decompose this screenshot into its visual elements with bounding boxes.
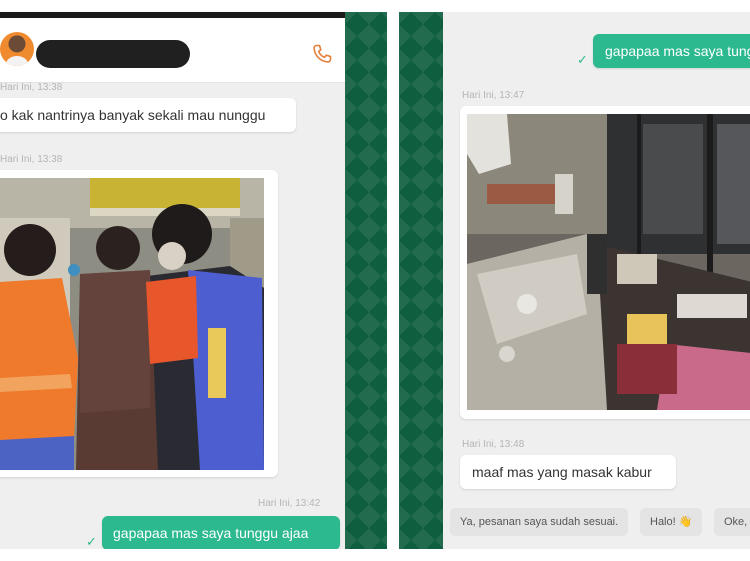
kitchen-photo[interactable]	[467, 114, 750, 410]
message-timestamp: Hari Ini, 13:48	[462, 439, 525, 450]
outgoing-message[interactable]: gapapaa mas saya tunggu	[593, 34, 750, 68]
message-timestamp: Hari Ini, 13:42	[258, 498, 321, 509]
sent-check-icon: ✓	[577, 52, 588, 67]
message-timestamp: Hari Ini, 13:38	[0, 154, 63, 165]
driver-avatar[interactable]	[0, 32, 34, 66]
incoming-photo-message[interactable]	[460, 106, 750, 419]
sent-check-icon: ✓	[86, 534, 97, 549]
left-chat-screenshot: Hari Ini, 13:38 o kak nantrinya banyak s…	[0, 12, 345, 549]
message-text: gapapaa mas saya tunggu ajaa	[113, 525, 309, 541]
crowd-photo[interactable]	[0, 178, 264, 470]
message-text: o kak nantrinya banyak sekali mau nunggu	[0, 107, 266, 123]
phone-icon[interactable]	[310, 42, 334, 66]
incoming-message[interactable]: o kak nantrinya banyak sekali mau nunggu	[0, 98, 296, 132]
chat-header	[0, 18, 345, 83]
quick-reply-button[interactable]: Halo! 👋	[640, 508, 703, 536]
message-timestamp: Hari Ini, 13:38	[0, 82, 63, 93]
incoming-message[interactable]: maaf mas yang masak kabur	[460, 455, 676, 489]
message-text: maaf mas yang masak kabur	[472, 464, 652, 480]
message-timestamp: Hari Ini, 13:47	[462, 90, 525, 101]
right-chat-screenshot: ✓ gapapaa mas saya tunggu Hari Ini, 13:4…	[443, 12, 750, 549]
quick-reply-button[interactable]: Ya, pesanan saya sudah sesuai.	[450, 508, 629, 536]
outgoing-message[interactable]: gapapaa mas saya tunggu ajaa	[102, 516, 340, 549]
incoming-photo-message[interactable]	[0, 170, 278, 477]
redacted-contact-name	[36, 40, 190, 68]
quick-reply-button[interactable]: Oke,	[714, 508, 750, 536]
background-pattern	[345, 12, 387, 549]
background-pattern	[399, 12, 443, 549]
message-text: gapapaa mas saya tunggu	[605, 43, 750, 59]
